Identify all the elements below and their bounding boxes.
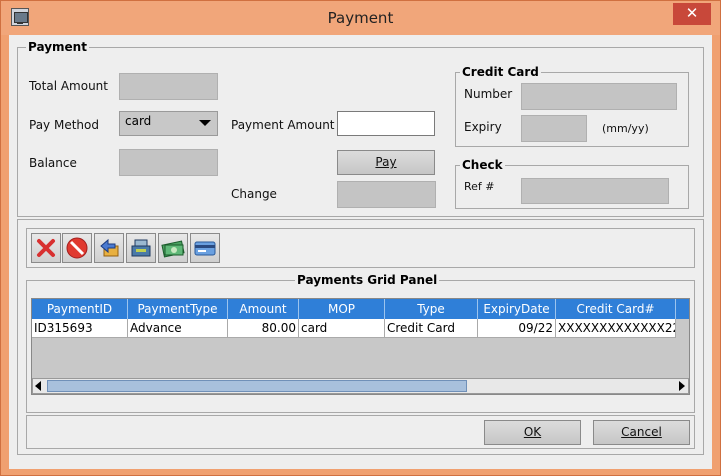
window-client-area: Payment Total Amount Pay Method card Bal… xyxy=(9,35,712,469)
column-header[interactable]: Credit Card# xyxy=(556,299,676,319)
ok-button-label: OK xyxy=(523,425,542,439)
pay-button[interactable]: Pay xyxy=(337,150,435,175)
ref-field xyxy=(521,178,669,204)
window-title: Payment xyxy=(327,9,394,27)
balance-field xyxy=(119,149,218,176)
column-header[interactable]: Amount xyxy=(228,299,299,319)
cash-register-icon[interactable] xyxy=(126,233,156,263)
table-cell: Advance xyxy=(128,319,228,338)
credit-card-icon[interactable] xyxy=(190,233,220,263)
pay-button-label: Pay xyxy=(375,155,397,169)
total-amount-field xyxy=(119,73,218,100)
column-header[interactable]: PaymentType xyxy=(128,299,228,319)
footer-bar: OK Cancel xyxy=(26,415,695,449)
column-header[interactable]: Type xyxy=(385,299,478,319)
scrollbar-thumb[interactable] xyxy=(47,380,467,392)
pay-method-label: Pay Method xyxy=(29,118,99,132)
check-legend: Check xyxy=(460,158,505,172)
cancel-icon[interactable] xyxy=(62,233,92,263)
card-number-label: Number xyxy=(464,87,513,101)
table-cell: 09/22 xyxy=(478,319,556,338)
column-header[interactable]: PaymentID xyxy=(32,299,128,319)
column-header[interactable]: MOP xyxy=(299,299,385,319)
payment-amount-input[interactable] xyxy=(337,111,435,136)
expiry-field xyxy=(521,115,587,142)
table-cell: XXXXXXXXXXXXX22... xyxy=(556,319,676,338)
undo-icon[interactable] xyxy=(94,233,124,263)
grid-header: PaymentID PaymentType Amount MOP Type Ex… xyxy=(32,299,689,319)
table-cell: card xyxy=(299,319,385,338)
expiry-label: Expiry xyxy=(464,120,502,134)
payments-grid: PaymentID PaymentType Amount MOP Type Ex… xyxy=(31,298,690,395)
ok-button[interactable]: OK xyxy=(484,420,581,445)
close-button[interactable]: ✕ xyxy=(673,3,711,25)
payment-amount-label: Payment Amount xyxy=(231,118,335,132)
scroll-right-icon[interactable] xyxy=(679,381,685,391)
scroll-left-icon[interactable] xyxy=(35,381,41,391)
table-cell: Credit Card xyxy=(385,319,478,338)
payments-grid-panel: Payments Grid Panel PaymentID PaymentTyp… xyxy=(26,273,695,413)
ref-label: Ref # xyxy=(464,180,495,193)
credit-card-group: Credit Card Number Expiry (mm/yy) xyxy=(455,65,689,147)
title-bar[interactable]: Payment ✕ xyxy=(1,1,720,35)
toolbar xyxy=(26,228,695,268)
delete-x-icon[interactable] xyxy=(31,233,61,263)
table-cell: ID315693 xyxy=(32,319,128,338)
change-field xyxy=(337,181,436,208)
card-number-field xyxy=(521,83,677,110)
column-header[interactable]: ExpiryDate xyxy=(478,299,556,319)
grid-panel-title: Payments Grid Panel xyxy=(295,273,440,287)
table-row[interactable]: ID315693 Advance 80.00 card Credit Card … xyxy=(32,319,676,338)
chevron-down-icon xyxy=(199,120,211,126)
payment-legend: Payment xyxy=(26,40,89,54)
check-group: Check Ref # xyxy=(455,158,689,209)
balance-label: Balance xyxy=(29,156,77,170)
payment-group: Payment Total Amount Pay Method card Bal… xyxy=(17,40,704,217)
pay-method-value: card xyxy=(125,114,152,128)
credit-card-legend: Credit Card xyxy=(460,65,541,79)
expiry-hint: (mm/yy) xyxy=(602,122,649,135)
cancel-button-label: Cancel xyxy=(621,425,662,439)
grid-section: Payments Grid Panel PaymentID PaymentTyp… xyxy=(17,219,704,455)
table-cell: 80.00 xyxy=(228,319,299,338)
horizontal-scrollbar[interactable] xyxy=(32,378,689,394)
total-amount-label: Total Amount xyxy=(29,79,108,93)
change-label: Change xyxy=(231,187,277,201)
pay-method-select[interactable]: card xyxy=(119,111,218,136)
cancel-button[interactable]: Cancel xyxy=(593,420,690,445)
payment-window: Payment ✕ Payment Total Amount Pay Metho… xyxy=(0,0,721,476)
money-icon[interactable] xyxy=(158,233,188,263)
